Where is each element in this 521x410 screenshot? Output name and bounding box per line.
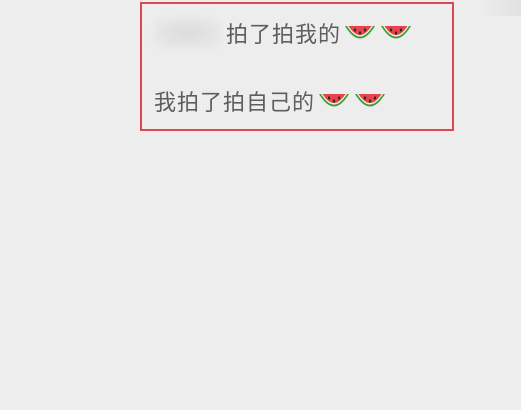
watermelon-icon: [381, 26, 412, 39]
chat-area: 拍了拍我的 我拍了拍自己的: [0, 0, 521, 410]
corner-shade: [479, 0, 521, 16]
emoji-group: [317, 89, 389, 113]
system-message-text: 拍了拍我的: [226, 23, 342, 48]
blurred-sender-name: [154, 17, 220, 49]
system-message-text: 我拍了拍自己的: [154, 91, 316, 116]
system-message-pat-self: 我拍了拍自己的: [154, 84, 389, 118]
watermelon-icon: [345, 26, 376, 39]
emoji-group: [343, 21, 415, 45]
system-message-pat-me: 拍了拍我的: [154, 16, 415, 50]
watermelon-icon: [355, 94, 386, 107]
watermelon-icon: [319, 94, 350, 107]
